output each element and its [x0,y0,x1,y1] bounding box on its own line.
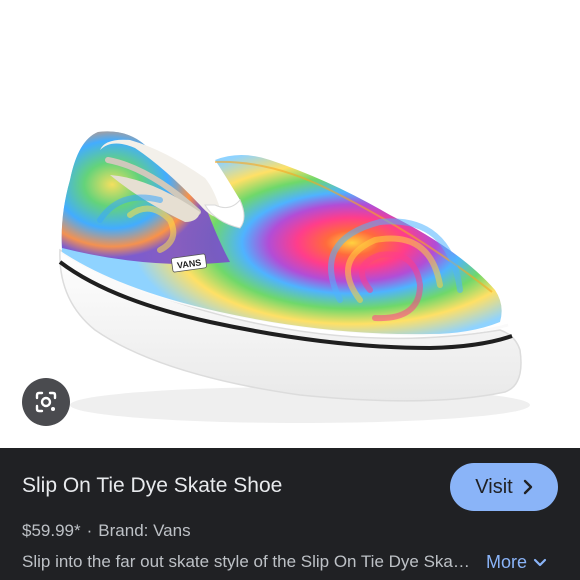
product-image[interactable]: VANS [0,0,580,448]
more-button-label: More [486,552,528,572]
google-lens-icon [35,391,57,413]
more-button[interactable]: More [486,552,547,573]
product-description: Slip into the far out skate style of the… [22,552,472,571]
meta-separator: · [86,521,93,540]
google-lens-button[interactable] [22,378,70,426]
chevron-right-icon [523,479,532,495]
chevron-down-icon [533,558,547,566]
visit-button[interactable]: Visit [450,463,558,511]
product-meta: $59.99* · Brand: Vans [22,521,191,541]
product-brand: Brand: Vans [98,521,191,540]
product-price: $59.99* [22,521,81,540]
tie-dye-slip-on-shoe-image: VANS [58,131,530,423]
visit-button-label: Visit [475,475,513,498]
product-title[interactable]: Slip On Tie Dye Skate Shoe [22,474,282,498]
